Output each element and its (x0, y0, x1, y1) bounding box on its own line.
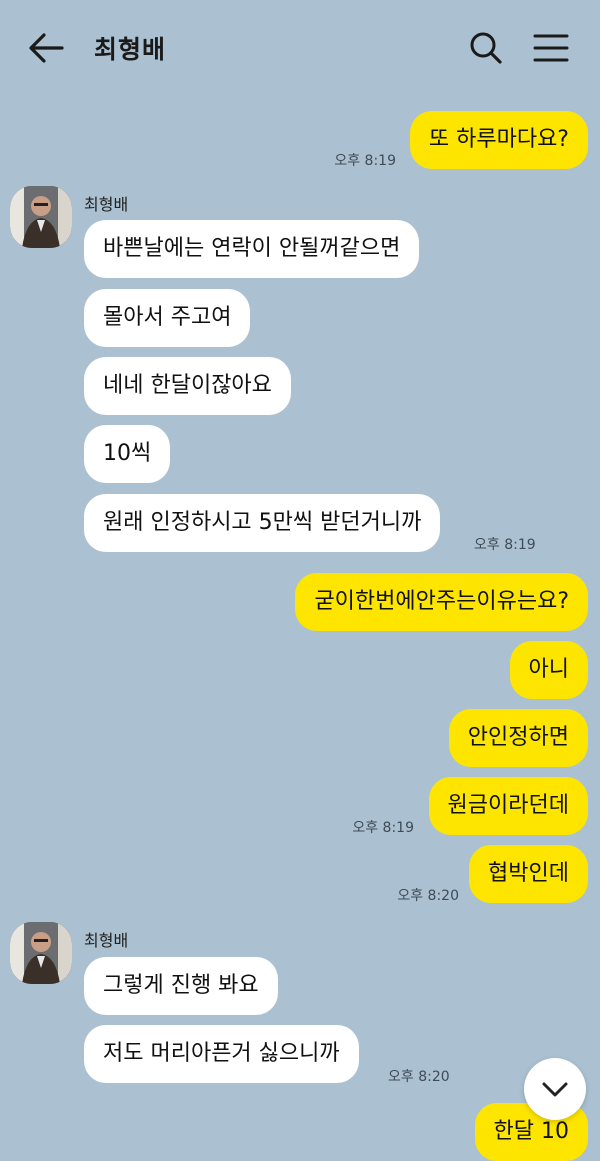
their-message-bubble[interactable]: 몰아서 주고여 (84, 289, 251, 347)
my-message-bubble[interactable]: 굳이한번에안주는이유는요? (295, 573, 588, 631)
sender-name: 최형배 (84, 195, 129, 214)
message-timestamp: 오후 8:19 (352, 820, 414, 836)
their-message-bubble[interactable]: 그렇게 진행 봐요 (84, 957, 278, 1015)
my-message-bubble[interactable]: 협박인데 (469, 845, 588, 903)
chat-title: 최형배 (94, 35, 167, 64)
scroll-to-bottom-button[interactable] (524, 1058, 586, 1120)
chevron-down-icon (542, 1082, 568, 1097)
my-message-bubble[interactable]: 아니 (509, 641, 588, 699)
search-icon[interactable] (468, 30, 504, 66)
message-timestamp: 오후 8:20 (397, 888, 459, 904)
avatar[interactable] (10, 186, 72, 248)
chat-header: 최형배 (0, 0, 600, 96)
message-timestamp: 오후 8:20 (388, 1069, 450, 1085)
their-message-bubble[interactable]: 원래 인정하시고 5만씩 받던거니까 (84, 494, 441, 552)
back-arrow-icon[interactable] (26, 30, 66, 66)
my-message-bubble[interactable]: 원금이라던데 (428, 777, 588, 835)
message-timestamp: 오후 8:19 (334, 153, 396, 169)
avatar[interactable] (10, 922, 72, 984)
sender-name: 최형배 (84, 931, 129, 950)
my-message-bubble[interactable]: 안인정하면 (448, 709, 588, 767)
menu-icon[interactable] (532, 32, 570, 64)
their-message-bubble[interactable]: 바쁜날에는 연락이 안될꺼같으면 (84, 220, 420, 278)
their-message-bubble[interactable]: 저도 머리아픈거 싫으니까 (84, 1025, 359, 1083)
message-timestamp: 오후 8:19 (474, 537, 536, 553)
their-message-bubble[interactable]: 네네 한달이잖아요 (84, 357, 291, 415)
my-message-bubble[interactable]: 또 하루마다요? (409, 111, 588, 169)
their-message-bubble[interactable]: 10씩 (84, 425, 171, 483)
